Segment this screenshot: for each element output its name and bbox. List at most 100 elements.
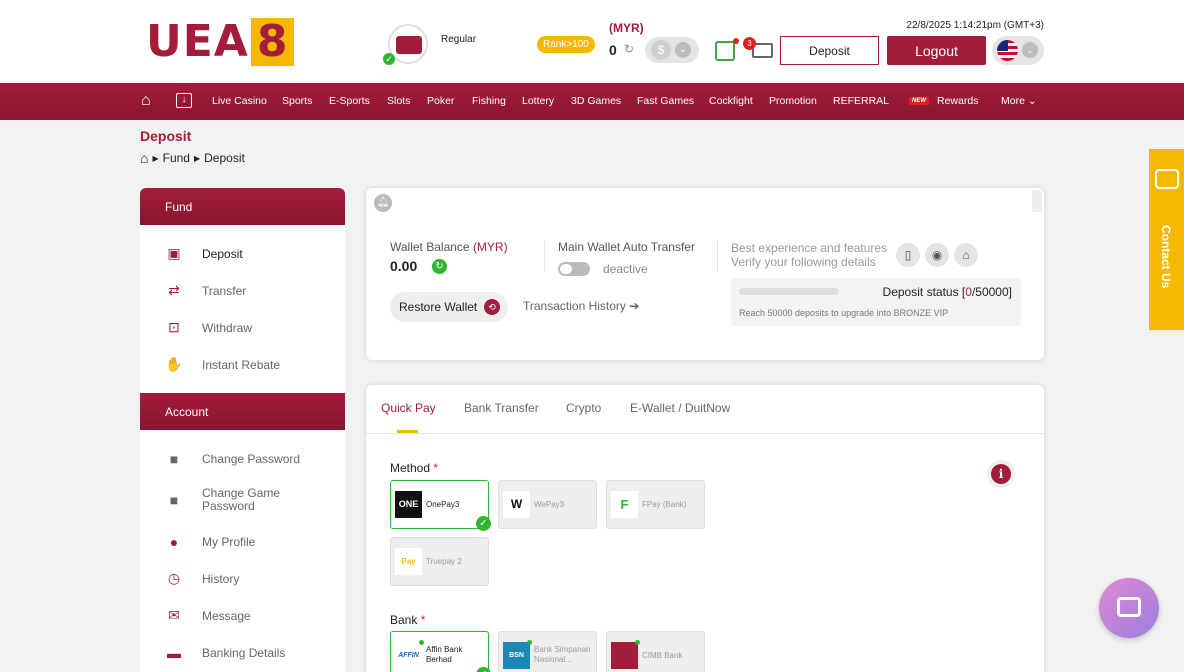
bank-bsn[interactable]: BSN Bank Simpanan Nasional... — [498, 631, 597, 672]
check-icon: ✓ — [383, 53, 395, 65]
lock-icon: ■ — [169, 450, 179, 467]
wallet-icon: ▣ — [167, 245, 181, 261]
verify-hint-line2: Verify your following details — [731, 255, 876, 269]
sidebar-item-transfer[interactable]: ⇄ Transfer — [140, 272, 345, 309]
sidebar-item-change-game-password[interactable]: ■ Change Game Password — [140, 477, 345, 523]
tab-bank-transfer[interactable]: Bank Transfer — [464, 401, 539, 415]
nav-promotion[interactable]: Promotion — [769, 95, 817, 107]
method-name: WePay3 — [534, 500, 565, 509]
nav-poker[interactable]: Poker — [427, 95, 454, 107]
transaction-history-link[interactable]: Transaction History ➔ — [523, 299, 639, 313]
header-balance: 0 — [609, 42, 617, 58]
sidebar-fund-header: Fund — [140, 188, 345, 225]
home-icon[interactable]: ⌂ — [141, 92, 151, 110]
required-mark: * — [433, 461, 439, 475]
refresh-icon[interactable]: ↻ — [624, 42, 634, 56]
sidebar-item-label: Change Password — [202, 451, 301, 466]
currency-label: (MYR) — [609, 21, 644, 35]
wallet-dropdown[interactable]: $ ⌄ — [645, 37, 699, 63]
logout-button[interactable]: Logout — [887, 36, 986, 65]
nav-sports[interactable]: Sports — [282, 95, 312, 107]
tab-quick-pay[interactable]: Quick Pay — [381, 401, 436, 415]
sidebar-item-banking-details[interactable]: ▬ Banking Details — [140, 634, 345, 671]
tab-ewallet-duitnow[interactable]: E-Wallet / DuitNow — [630, 401, 730, 415]
bank-affin[interactable]: AFFIN Affin BankBerhad ✓ — [390, 631, 491, 672]
deposit-button[interactable]: Deposit — [780, 36, 879, 65]
nav-more-label: More — [1001, 95, 1025, 107]
nav-lottery[interactable]: Lottery — [522, 95, 554, 107]
home-icon[interactable]: ⌂ — [140, 150, 148, 166]
verify-hint: Best experience and features Verify your … — [731, 241, 887, 269]
nav-fast-games[interactable]: Fast Games — [637, 95, 694, 107]
user-icon[interactable]: ◉ — [925, 243, 949, 267]
nav-referral[interactable]: REFERRAL — [833, 95, 889, 107]
scrollbar[interactable] — [1032, 190, 1042, 212]
language-selector[interactable]: ⌄ — [992, 36, 1044, 65]
arrow-right-icon: ➔ — [629, 299, 640, 313]
fpay-logo-icon: F — [611, 491, 638, 518]
lock-icon: ■ — [169, 491, 179, 508]
rank-card-icon — [396, 36, 422, 54]
sidebar-item-label: Instant Rebate — [202, 357, 281, 372]
status-dot — [527, 640, 532, 645]
breadcrumb: ⌂ ▶ Fund ▶ Deposit — [140, 150, 245, 166]
bank-name-line2: Berhad — [426, 655, 452, 664]
required-mark: * — [420, 613, 426, 627]
deposit-status-sub: Reach 50000 deposits to upgrade into BRO… — [739, 308, 949, 318]
phone-icon[interactable]: ▯ — [896, 243, 920, 267]
bank-name-line2: Nasional... — [534, 655, 572, 664]
sidebar-item-label: History — [202, 571, 240, 586]
sidebar-item-withdraw[interactable]: ⊡ Withdraw — [140, 309, 345, 346]
nav-more[interactable]: More ⌄ — [1001, 95, 1037, 107]
auto-transfer-toggle[interactable] — [558, 262, 590, 276]
sidebar-item-instant-rebate[interactable]: ✋ Instant Rebate — [140, 346, 345, 383]
rebate-icon: ✋ — [165, 356, 183, 372]
nav-esports[interactable]: E-Sports — [329, 95, 370, 107]
nav-fishing[interactable]: Fishing — [472, 95, 506, 107]
sidebar-item-my-profile[interactable]: ● My Profile — [140, 523, 345, 560]
bank-cimb[interactable]: CIMB Bank — [606, 631, 705, 672]
method-fpay-bank[interactable]: F FPay (Bank) — [606, 480, 705, 529]
auto-transfer-state: deactive — [603, 262, 648, 276]
main-nav: ⌂ ↓ Live Casino Sports E-Sports Slots Po… — [0, 83, 1184, 120]
nav-slots[interactable]: Slots — [387, 95, 410, 107]
bank-name: CIMB Bank — [642, 651, 683, 660]
deposit-tabs: Quick Pay Bank Transfer Crypto E-Wallet … — [366, 385, 1044, 434]
method-wepay3[interactable]: W WePay3 — [498, 480, 597, 529]
sidebar-item-history[interactable]: ◷ History — [140, 560, 345, 597]
chevron-down-icon: ⌄ — [1022, 42, 1038, 58]
deposit-status: Deposit status [0/50000] Reach 50000 dep… — [731, 278, 1021, 326]
mail-badge: 3 — [743, 37, 756, 50]
sidebar-item-deposit[interactable]: ▣ Deposit — [140, 235, 345, 272]
bank-icon[interactable]: ⌂ — [954, 243, 978, 267]
logo[interactable]: UEA 8 — [146, 16, 295, 67]
breadcrumb-fund[interactable]: Fund — [163, 151, 190, 165]
bell-icon[interactable]: 🔔︎ — [374, 194, 392, 212]
nav-live-casino[interactable]: Live Casino — [212, 95, 267, 107]
sidebar: Fund ▣ Deposit ⇄ Transfer ⊡ Withdraw ✋ Insta… — [140, 188, 345, 672]
live-chat-button[interactable] — [1099, 578, 1159, 638]
method-onepay3[interactable]: ONE OnePay3 ✓ — [390, 480, 491, 531]
cimb-logo-icon — [611, 642, 638, 669]
restore-wallet-button[interactable]: Restore Wallet ⟲ — [390, 292, 508, 322]
sidebar-item-message[interactable]: ✉ Message — [140, 597, 345, 634]
sidebar-item-change-password[interactable]: ■ Change Password — [140, 440, 345, 477]
contact-us-tab[interactable]: Contact Us — [1149, 149, 1184, 330]
sidebar-item-label: Deposit — [202, 246, 243, 261]
info-button[interactable]: i — [987, 460, 1015, 488]
restore-icon: ⟲ — [484, 299, 500, 315]
nav-3d-games[interactable]: 3D Games — [571, 95, 621, 107]
logo-text: UEA — [146, 16, 249, 67]
method-truepay2[interactable]: Pay Truepay 2 — [390, 537, 489, 586]
nav-rewards[interactable]: Rewards — [937, 95, 978, 107]
wallet-balance-text: Wallet Balance — [390, 240, 473, 254]
method-name: FPay (Bank) — [642, 500, 687, 509]
refresh-icon[interactable]: ↻ — [432, 259, 447, 274]
deposit-card: Quick Pay Bank Transfer Crypto E-Wallet … — [366, 385, 1044, 672]
tab-crypto[interactable]: Crypto — [566, 401, 601, 415]
nav-cockfight[interactable]: Cockfight — [709, 95, 753, 107]
download-icon[interactable]: ↓ — [176, 93, 192, 108]
calendar-icon[interactable] — [715, 41, 735, 61]
divider — [717, 240, 718, 272]
auto-transfer-label: Main Wallet Auto Transfer — [558, 240, 695, 254]
